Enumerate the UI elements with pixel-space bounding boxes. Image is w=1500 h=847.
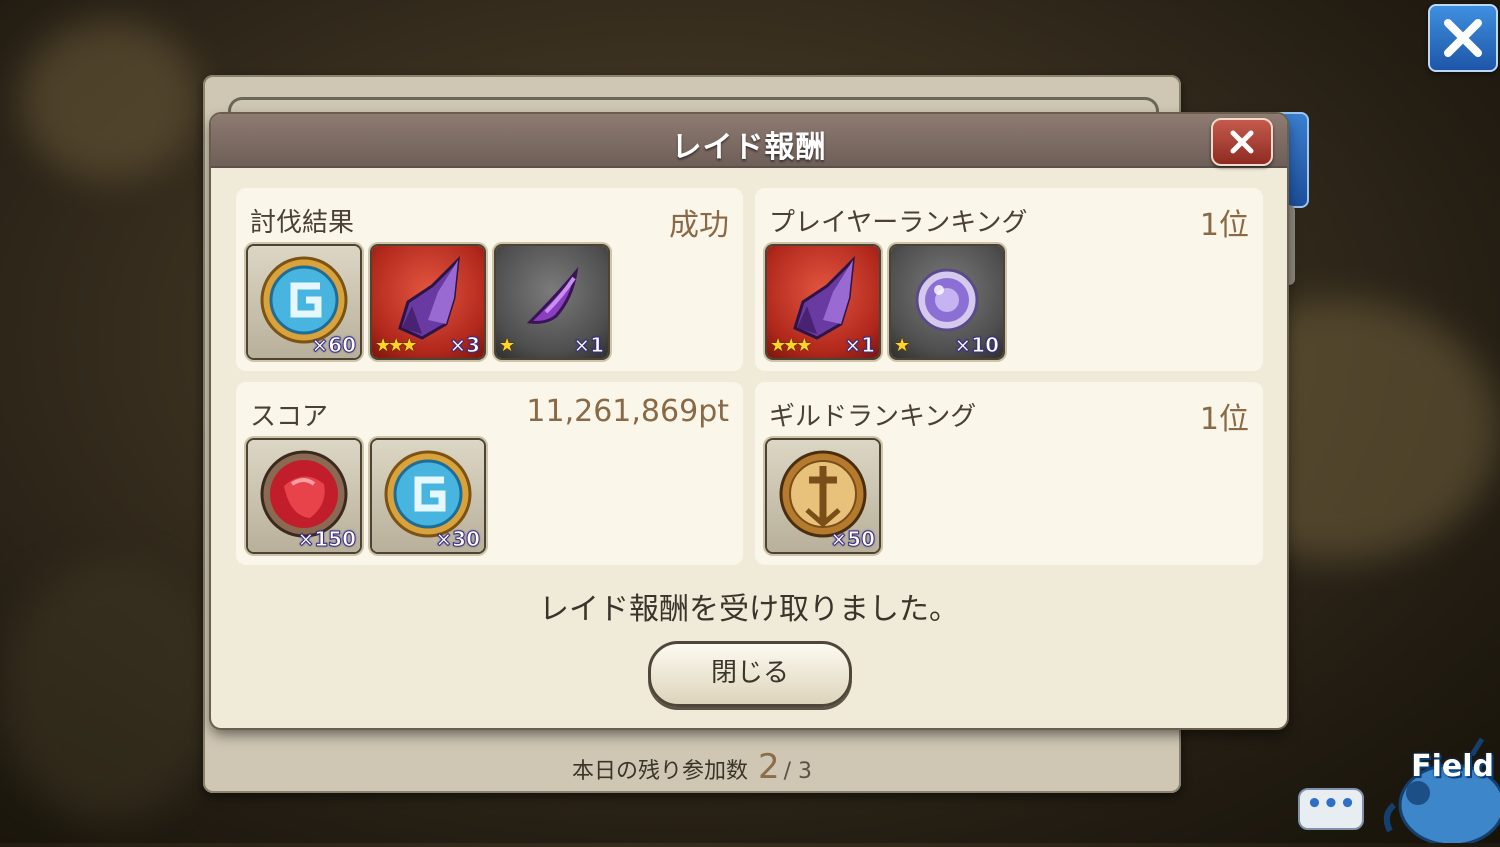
reward-item[interactable]: ★ ×10 [891, 246, 1003, 358]
background-blob [20, 20, 200, 180]
reward-item[interactable]: ×50 [767, 440, 879, 552]
close-icon [1444, 19, 1482, 57]
dialog-close-button[interactable] [1211, 118, 1273, 166]
section-player-ranking: プレイヤーランキング 1位 ★★★ ×1 ★ ×10 [755, 188, 1263, 371]
section-value: 1位 [1199, 208, 1249, 243]
item-rarity: ★ [499, 335, 515, 356]
item-quantity: ×3 [449, 333, 481, 358]
item-quantity: ×150 [297, 527, 357, 552]
item-rarity: ★★★ [375, 335, 417, 356]
section-label: ギルドランキング [769, 402, 977, 432]
section-result: 討伐結果 成功 ×60 ★★★ ×3 ★ ×1 [236, 188, 743, 371]
item-quantity: ×60 [311, 333, 357, 358]
remaining-current: 2 [757, 747, 780, 787]
reward-item[interactable]: ×150 [248, 440, 360, 552]
reward-item[interactable]: ★ ×1 [496, 246, 608, 358]
dialog-header: レイド報酬 [211, 114, 1287, 168]
reward-item[interactable]: ★★★ ×3 [372, 246, 484, 358]
item-quantity: ×10 [954, 333, 1000, 358]
reward-item[interactable]: ×30 [372, 440, 484, 552]
top-close-button[interactable] [1428, 4, 1498, 72]
remaining-entries: 本日の残り参加数 2/ 3 [203, 747, 1181, 787]
background-blob [0, 560, 220, 820]
field-button[interactable]: Field [1372, 735, 1500, 847]
item-quantity: ×50 [830, 527, 876, 552]
close-button[interactable]: 閉じる [648, 641, 852, 707]
item-rarity: ★ [894, 335, 910, 356]
raid-reward-dialog: レイド報酬 討伐結果 成功 ×60 ★★★ ×3 ★ ×1 プレイヤーランキング… [211, 114, 1287, 728]
item-quantity: ×1 [573, 333, 605, 358]
reward-item[interactable]: ★★★ ×1 [767, 246, 879, 358]
section-guild-ranking: ギルドランキング 1位 ×50 [755, 382, 1263, 565]
section-score: スコア 11,261,869pt ×150 ×30 [236, 382, 743, 565]
chat-icon: ••• [1306, 789, 1356, 819]
section-label: スコア [250, 402, 329, 432]
chat-button[interactable]: ••• [1298, 788, 1364, 830]
section-label: プレイヤーランキング [769, 208, 1028, 238]
dialog-title: レイド報酬 [671, 130, 827, 165]
field-label: Field [1411, 749, 1494, 784]
remaining-label: 本日の残り参加数 [571, 759, 748, 784]
section-label: 討伐結果 [250, 208, 355, 238]
item-quantity: ×30 [435, 527, 481, 552]
remaining-total: / 3 [783, 759, 813, 784]
reward-item[interactable]: ×60 [248, 246, 360, 358]
section-value: 1位 [1199, 402, 1249, 437]
section-value: 成功 [669, 208, 729, 243]
item-quantity: ×1 [844, 333, 876, 358]
close-icon [1230, 130, 1254, 154]
reward-message: レイド報酬を受け取りました。 [539, 592, 959, 627]
item-rarity: ★★★ [770, 335, 812, 356]
section-value: 11,261,869pt [526, 394, 729, 429]
